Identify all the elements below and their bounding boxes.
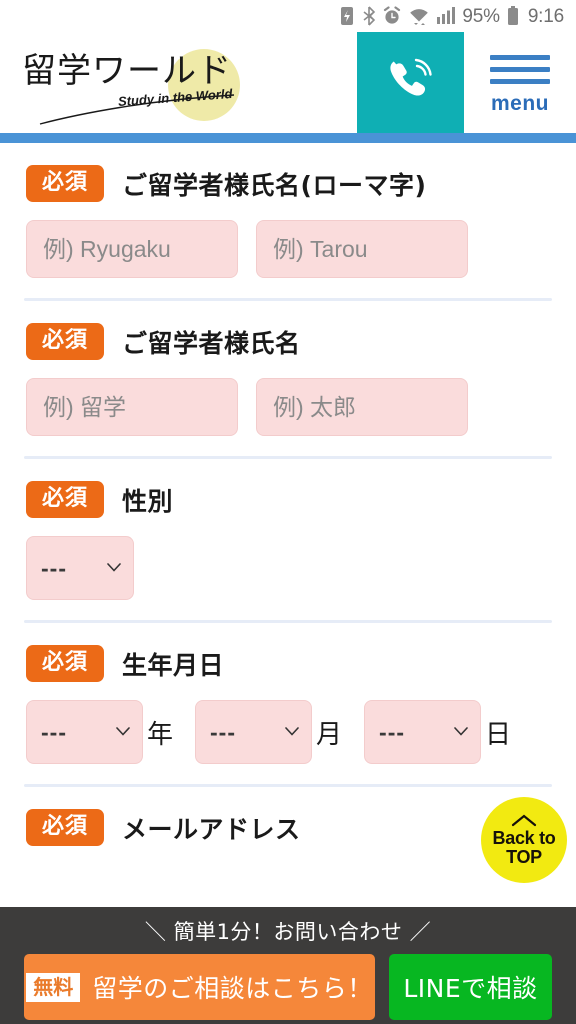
phone-call-button[interactable] <box>357 32 464 133</box>
header-accent-band <box>0 133 576 143</box>
field-title: 生年月日 <box>122 650 225 680</box>
chevron-down-icon <box>454 727 468 736</box>
field-title: ご留学者様氏名 <box>122 328 301 358</box>
gender-select[interactable]: --- <box>26 536 134 600</box>
birth-year-select[interactable]: --- <box>26 700 143 764</box>
chevron-down-icon <box>285 727 299 736</box>
phone-call-icon <box>385 54 437 111</box>
cta-buttons: 無料 留学のご相談はこちら！ LINEで相談 <box>0 946 576 1020</box>
line-consult-button[interactable]: LINEで相談 <box>389 954 552 1020</box>
last-name-romaji-input[interactable] <box>26 220 238 278</box>
field-inputs: --- <box>26 536 550 600</box>
alarm-icon <box>383 6 401 26</box>
birth-day-select[interactable]: --- <box>364 700 482 764</box>
site-header: 留学ワールド Study in the World menu <box>0 32 576 133</box>
consult-button-label: 留学のご相談はこちら！ <box>92 974 373 1003</box>
field-title: メールアドレス <box>122 814 301 844</box>
required-badge: 必須 <box>26 323 105 360</box>
last-name-kanji-input[interactable] <box>26 378 238 436</box>
chevron-down-icon <box>116 727 130 736</box>
line-consult-label: LINEで相談 <box>403 974 538 1003</box>
back-to-top-line1: Back to <box>492 827 556 848</box>
app-screen: 95% 9:16 留学ワールド Study in the World menu … <box>0 0 576 1024</box>
battery-percent-label: 95% <box>462 5 500 27</box>
consult-button[interactable]: 無料 留学のご相談はこちら！ <box>24 954 375 1020</box>
android-status-bar: 95% 9:16 <box>0 0 576 32</box>
required-badge: 必須 <box>26 809 105 846</box>
logo-main-text: 留学ワールド <box>22 50 232 91</box>
field-inputs: --- 年 --- 月 --- 日 <box>26 700 550 764</box>
field-inputs <box>26 220 550 278</box>
cta-tagline: ＼ 簡単1分！お問い合わせ ／ <box>144 920 432 944</box>
menu-button-label: menu <box>490 92 549 115</box>
wifi-icon <box>408 6 430 26</box>
inquiry-form: 必須 ご留学者様氏名(ローマ字) 必須 ご留学者様氏名 必須 <box>0 143 576 884</box>
chevron-down-icon <box>107 563 121 572</box>
birth-month-value: --- <box>210 718 236 745</box>
form-field-gender: 必須 性別 --- <box>0 459 576 620</box>
birth-year-unit: 年 <box>147 719 174 750</box>
field-inputs <box>26 378 550 436</box>
birth-day-unit: 日 <box>485 719 512 750</box>
field-label-line: 必須 メールアドレス <box>26 809 550 846</box>
gender-select-value: --- <box>41 554 67 581</box>
field-label-line: 必須 ご留学者様氏名 <box>26 323 550 360</box>
birth-month-unit: 月 <box>316 719 343 750</box>
first-name-romaji-input[interactable] <box>256 220 468 278</box>
birth-day-value: --- <box>379 718 406 745</box>
field-title: 性別 <box>122 486 174 516</box>
hamburger-menu-icon <box>490 55 550 91</box>
birth-month-select[interactable]: --- <box>195 700 313 764</box>
clock-label: 9:16 <box>527 5 564 27</box>
back-to-top-line2: TOP <box>506 846 542 867</box>
bluetooth-icon <box>362 6 376 26</box>
required-badge: 必須 <box>26 481 105 518</box>
field-label-line: 必須 ご留学者様氏名(ローマ字) <box>26 165 550 202</box>
cellular-signal-icon <box>437 6 456 26</box>
chevron-up-icon <box>511 814 537 826</box>
form-field-birthdate: 必須 生年月日 --- 年 --- 月 --- 日 <box>0 623 576 784</box>
form-field-name-romaji: 必須 ご留学者様氏名(ローマ字) <box>0 143 576 298</box>
form-field-name-kanji: 必須 ご留学者様氏名 <box>0 301 576 456</box>
field-label-line: 必須 生年月日 <box>26 645 550 682</box>
first-name-kanji-input[interactable] <box>256 378 468 436</box>
battery-icon <box>507 6 519 26</box>
battery-saver-icon <box>339 6 355 26</box>
free-badge: 無料 <box>26 972 81 1002</box>
field-title: ご留学者様氏名(ローマ字) <box>122 170 427 200</box>
required-badge: 必須 <box>26 165 105 202</box>
back-to-top-button[interactable]: Back to TOP <box>481 797 567 883</box>
menu-button[interactable]: menu <box>464 32 576 133</box>
sticky-cta-bar: ＼ 簡単1分！お問い合わせ ／ 無料 留学のご相談はこちら！ LINEで相談 <box>0 907 576 1024</box>
site-logo[interactable]: 留学ワールド Study in the World <box>0 32 357 133</box>
field-label-line: 必須 性別 <box>26 481 550 518</box>
birth-year-value: --- <box>41 718 67 745</box>
required-badge: 必須 <box>26 645 105 682</box>
